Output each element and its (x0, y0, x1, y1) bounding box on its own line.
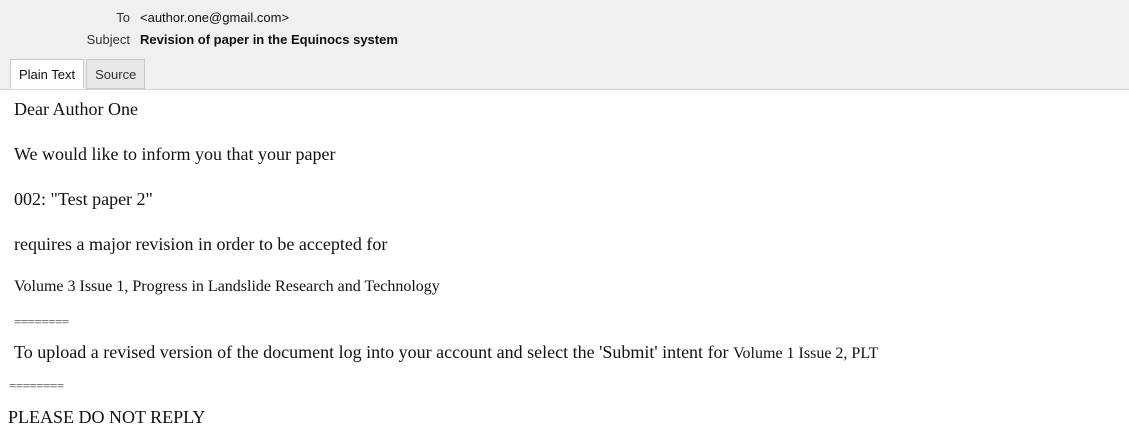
tab-source[interactable]: Source (86, 59, 146, 89)
subject-label: Subject (86, 32, 130, 47)
to-label: To (116, 10, 130, 25)
upload-text: To upload a revised version of the docum… (14, 342, 729, 362)
upload-venue: Volume 1 Issue 2, PLT (733, 345, 879, 362)
to-address[interactable]: <author.one@gmail.com> (140, 10, 289, 25)
message-header: To <author.one@gmail.com> Subject Revisi… (0, 0, 1129, 90)
greeting: Dear Author One (14, 99, 138, 119)
paper-title: 002: "Test paper 2" (14, 189, 153, 209)
tab-plain-text[interactable]: Plain Text (10, 59, 85, 89)
no-reply-footer: PLEASE DO NOT REPLY (8, 407, 206, 427)
body-line-revision: requires a major revision in order to be… (14, 234, 388, 254)
upload-instructions: To upload a revised version of the docum… (14, 342, 878, 363)
view-tabs: Plain Text Source (10, 59, 147, 89)
separator: ======== (9, 378, 64, 393)
venue-line: Volume 3 Issue 1, Progress in Landslide … (14, 278, 440, 295)
subject-text: Revision of paper in the Equinocs system (140, 32, 398, 47)
separator: ======== (14, 314, 69, 329)
body-line-inform: We would like to inform you that your pa… (14, 144, 336, 164)
